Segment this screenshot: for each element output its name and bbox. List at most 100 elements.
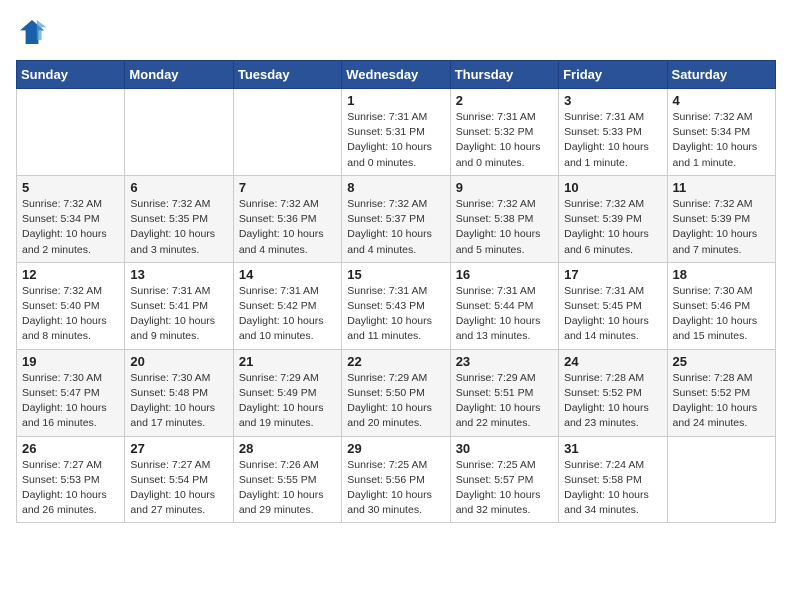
week-row-5: 26 Sunrise: 7:27 AMSunset: 5:53 PMDayligh… xyxy=(17,436,776,523)
day-info: Sunrise: 7:31 AMSunset: 5:45 PMDaylight:… xyxy=(564,284,661,345)
calendar-cell: 18 Sunrise: 7:30 AMSunset: 5:46 PMDayligh… xyxy=(667,262,775,349)
calendar-cell: 10 Sunrise: 7:32 AMSunset: 5:39 PMDayligh… xyxy=(559,175,667,262)
day-info: Sunrise: 7:30 AMSunset: 5:47 PMDaylight:… xyxy=(22,371,119,432)
weekday-header-friday: Friday xyxy=(559,61,667,89)
day-number: 17 xyxy=(564,267,661,282)
day-number: 31 xyxy=(564,441,661,456)
day-info: Sunrise: 7:31 AMSunset: 5:44 PMDaylight:… xyxy=(456,284,553,345)
day-number: 29 xyxy=(347,441,444,456)
calendar-cell xyxy=(233,89,341,176)
calendar-cell: 4 Sunrise: 7:32 AMSunset: 5:34 PMDaylight… xyxy=(667,89,775,176)
calendar-cell: 25 Sunrise: 7:28 AMSunset: 5:52 PMDayligh… xyxy=(667,349,775,436)
day-info: Sunrise: 7:32 AMSunset: 5:39 PMDaylight:… xyxy=(673,197,770,258)
weekday-header-thursday: Thursday xyxy=(450,61,558,89)
day-info: Sunrise: 7:32 AMSunset: 5:38 PMDaylight:… xyxy=(456,197,553,258)
day-number: 12 xyxy=(22,267,119,282)
day-number: 4 xyxy=(673,93,770,108)
calendar-cell: 1 Sunrise: 7:31 AMSunset: 5:31 PMDaylight… xyxy=(342,89,450,176)
calendar-cell: 7 Sunrise: 7:32 AMSunset: 5:36 PMDaylight… xyxy=(233,175,341,262)
day-info: Sunrise: 7:27 AMSunset: 5:53 PMDaylight:… xyxy=(22,458,119,519)
calendar-cell xyxy=(17,89,125,176)
day-number: 18 xyxy=(673,267,770,282)
day-info: Sunrise: 7:31 AMSunset: 5:31 PMDaylight:… xyxy=(347,110,444,171)
calendar-cell: 17 Sunrise: 7:31 AMSunset: 5:45 PMDayligh… xyxy=(559,262,667,349)
calendar-cell: 21 Sunrise: 7:29 AMSunset: 5:49 PMDayligh… xyxy=(233,349,341,436)
calendar-cell: 31 Sunrise: 7:24 AMSunset: 5:58 PMDayligh… xyxy=(559,436,667,523)
day-info: Sunrise: 7:25 AMSunset: 5:57 PMDaylight:… xyxy=(456,458,553,519)
calendar-cell xyxy=(125,89,233,176)
calendar-cell: 29 Sunrise: 7:25 AMSunset: 5:56 PMDayligh… xyxy=(342,436,450,523)
day-number: 6 xyxy=(130,180,227,195)
day-number: 5 xyxy=(22,180,119,195)
day-number: 1 xyxy=(347,93,444,108)
day-number: 28 xyxy=(239,441,336,456)
day-info: Sunrise: 7:24 AMSunset: 5:58 PMDaylight:… xyxy=(564,458,661,519)
calendar-cell: 8Sunrise: 7:32 AMSunset: 5:37 PMDaylight… xyxy=(342,175,450,262)
day-info: Sunrise: 7:29 AMSunset: 5:50 PMDaylight:… xyxy=(347,371,444,432)
day-number: 9 xyxy=(456,180,553,195)
day-info: Sunrise: 7:32 AMSunset: 5:40 PMDaylight:… xyxy=(22,284,119,345)
calendar-cell: 23Sunrise: 7:29 AMSunset: 5:51 PMDayligh… xyxy=(450,349,558,436)
day-number: 3 xyxy=(564,93,661,108)
day-number: 10 xyxy=(564,180,661,195)
week-row-3: 12 Sunrise: 7:32 AMSunset: 5:40 PMDayligh… xyxy=(17,262,776,349)
day-info: Sunrise: 7:31 AMSunset: 5:33 PMDaylight:… xyxy=(564,110,661,171)
page-header xyxy=(16,16,776,48)
calendar-cell: 14 Sunrise: 7:31 AMSunset: 5:42 PMDayligh… xyxy=(233,262,341,349)
day-info: Sunrise: 7:32 AMSunset: 5:34 PMDaylight:… xyxy=(22,197,119,258)
calendar-cell: 26 Sunrise: 7:27 AMSunset: 5:53 PMDayligh… xyxy=(17,436,125,523)
week-row-4: 19Sunrise: 7:30 AMSunset: 5:47 PMDayligh… xyxy=(17,349,776,436)
day-info: Sunrise: 7:32 AMSunset: 5:36 PMDaylight:… xyxy=(239,197,336,258)
day-number: 21 xyxy=(239,354,336,369)
day-number: 30 xyxy=(456,441,553,456)
day-number: 13 xyxy=(130,267,227,282)
day-info: Sunrise: 7:31 AMSunset: 5:42 PMDaylight:… xyxy=(239,284,336,345)
day-number: 24 xyxy=(564,354,661,369)
day-info: Sunrise: 7:31 AMSunset: 5:32 PMDaylight:… xyxy=(456,110,553,171)
day-info: Sunrise: 7:26 AMSunset: 5:55 PMDaylight:… xyxy=(239,458,336,519)
calendar-cell: 12 Sunrise: 7:32 AMSunset: 5:40 PMDayligh… xyxy=(17,262,125,349)
weekday-header-monday: Monday xyxy=(125,61,233,89)
week-row-1: 1 Sunrise: 7:31 AMSunset: 5:31 PMDaylight… xyxy=(17,89,776,176)
day-number: 20 xyxy=(130,354,227,369)
day-number: 16 xyxy=(456,267,553,282)
day-info: Sunrise: 7:30 AMSunset: 5:46 PMDaylight:… xyxy=(673,284,770,345)
calendar-cell: 30 Sunrise: 7:25 AMSunset: 5:57 PMDayligh… xyxy=(450,436,558,523)
day-number: 14 xyxy=(239,267,336,282)
calendar-cell: 28 Sunrise: 7:26 AMSunset: 5:55 PMDayligh… xyxy=(233,436,341,523)
day-info: Sunrise: 7:28 AMSunset: 5:52 PMDaylight:… xyxy=(673,371,770,432)
day-number: 27 xyxy=(130,441,227,456)
day-info: Sunrise: 7:32 AMSunset: 5:39 PMDaylight:… xyxy=(564,197,661,258)
day-info: Sunrise: 7:32 AMSunset: 5:37 PMDaylight:… xyxy=(347,197,444,258)
day-info: Sunrise: 7:31 AMSunset: 5:41 PMDaylight:… xyxy=(130,284,227,345)
weekday-header-saturday: Saturday xyxy=(667,61,775,89)
calendar-table: SundayMondayTuesdayWednesdayThursdayFrid… xyxy=(16,60,776,523)
day-info: Sunrise: 7:25 AMSunset: 5:56 PMDaylight:… xyxy=(347,458,444,519)
day-number: 26 xyxy=(22,441,119,456)
calendar-cell: 16 Sunrise: 7:31 AMSunset: 5:44 PMDayligh… xyxy=(450,262,558,349)
weekday-header-wednesday: Wednesday xyxy=(342,61,450,89)
weekday-header-tuesday: Tuesday xyxy=(233,61,341,89)
calendar-cell: 15 Sunrise: 7:31 AMSunset: 5:43 PMDayligh… xyxy=(342,262,450,349)
calendar-cell: 24Sunrise: 7:28 AMSunset: 5:52 PMDayligh… xyxy=(559,349,667,436)
weekday-header-sunday: Sunday xyxy=(17,61,125,89)
day-number: 25 xyxy=(673,354,770,369)
logo xyxy=(16,16,52,48)
day-info: Sunrise: 7:32 AMSunset: 5:34 PMDaylight:… xyxy=(673,110,770,171)
calendar-cell: 19Sunrise: 7:30 AMSunset: 5:47 PMDayligh… xyxy=(17,349,125,436)
day-number: 7 xyxy=(239,180,336,195)
calendar-cell: 5 Sunrise: 7:32 AMSunset: 5:34 PMDaylight… xyxy=(17,175,125,262)
day-info: Sunrise: 7:31 AMSunset: 5:43 PMDaylight:… xyxy=(347,284,444,345)
calendar-cell: 11Sunrise: 7:32 AMSunset: 5:39 PMDayligh… xyxy=(667,175,775,262)
calendar-cell: 6 Sunrise: 7:32 AMSunset: 5:35 PMDaylight… xyxy=(125,175,233,262)
calendar-cell: 9 Sunrise: 7:32 AMSunset: 5:38 PMDaylight… xyxy=(450,175,558,262)
calendar-cell: 27 Sunrise: 7:27 AMSunset: 5:54 PMDayligh… xyxy=(125,436,233,523)
day-info: Sunrise: 7:30 AMSunset: 5:48 PMDaylight:… xyxy=(130,371,227,432)
day-info: Sunrise: 7:29 AMSunset: 5:49 PMDaylight:… xyxy=(239,371,336,432)
day-number: 23 xyxy=(456,354,553,369)
weekday-header-row: SundayMondayTuesdayWednesdayThursdayFrid… xyxy=(17,61,776,89)
day-number: 15 xyxy=(347,267,444,282)
day-info: Sunrise: 7:32 AMSunset: 5:35 PMDaylight:… xyxy=(130,197,227,258)
day-info: Sunrise: 7:27 AMSunset: 5:54 PMDaylight:… xyxy=(130,458,227,519)
calendar-cell xyxy=(667,436,775,523)
